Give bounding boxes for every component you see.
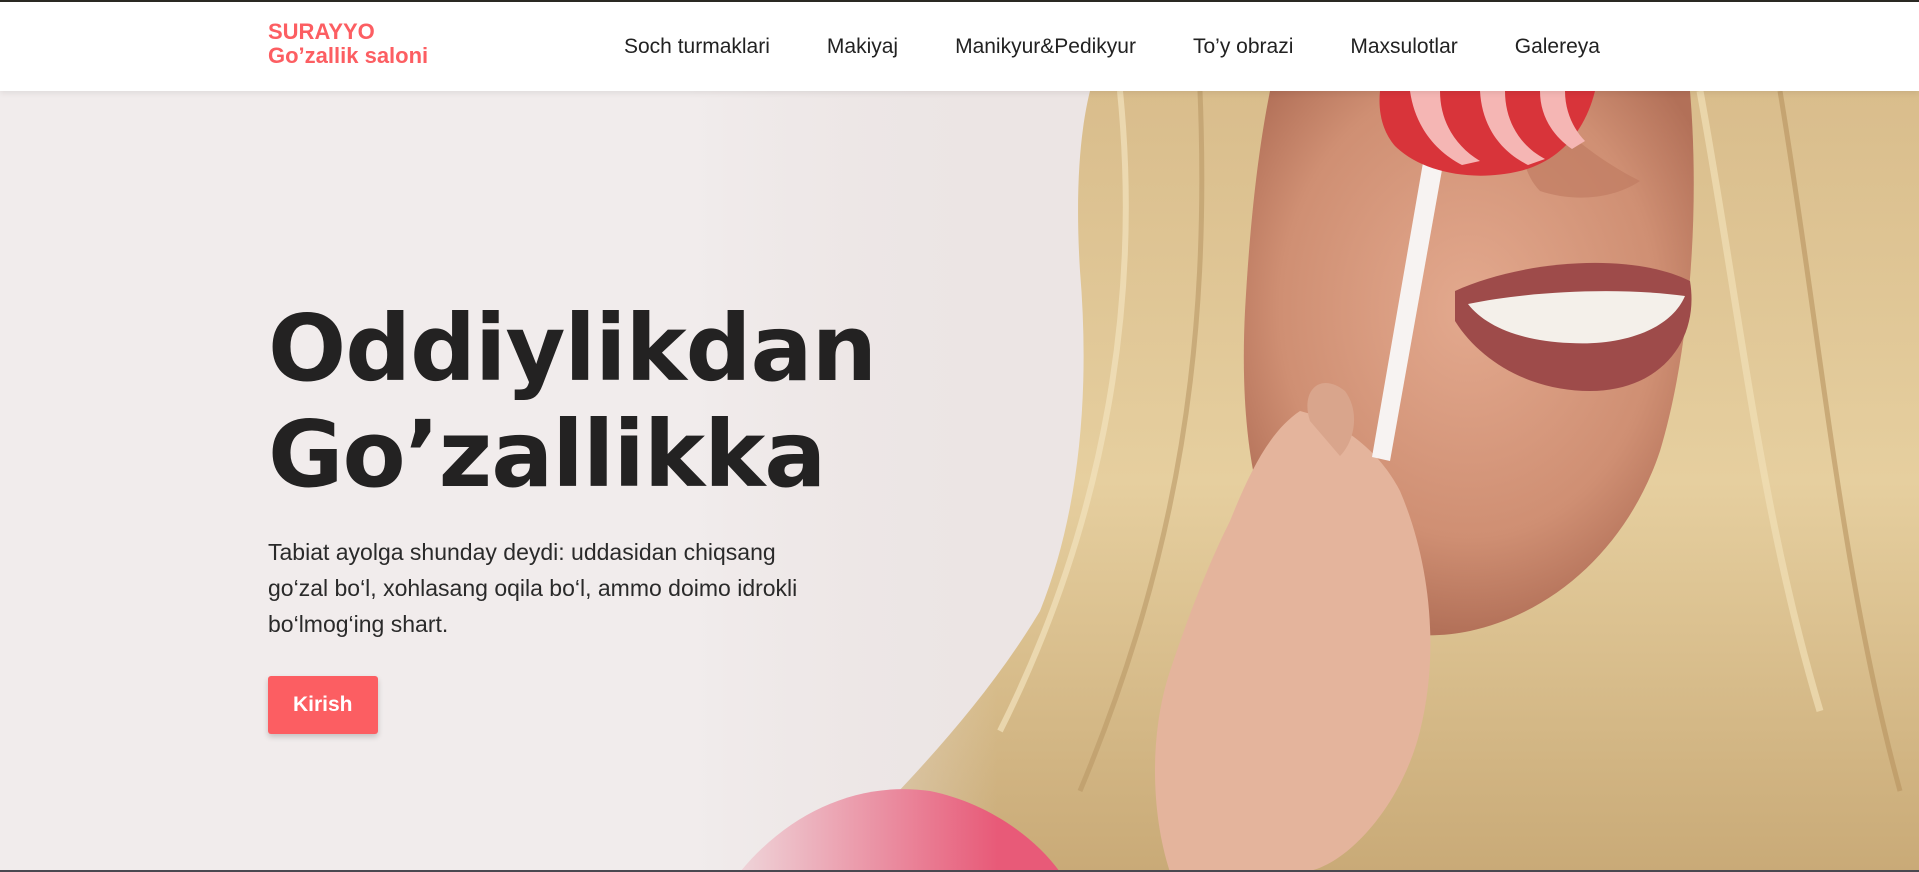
brand-logo[interactable]: SURAYYO Go’zallik saloni <box>268 20 428 68</box>
brand-name: SURAYYO <box>268 19 375 44</box>
nav-item-galereya[interactable]: Galereya <box>1515 35 1600 59</box>
hero-title-line-2: Go’zallikka <box>268 401 826 508</box>
hero-title-line-1: Oddiylikdan <box>268 295 877 402</box>
hero-section: Oddiylikdan Go’zallikka Tabiat ayolga sh… <box>0 91 1919 872</box>
hero-content: Oddiylikdan Go’zallikka Tabiat ayolga sh… <box>268 296 877 734</box>
main-nav: Soch turmaklari Makiyaj Manikyur&Pedikyu… <box>624 2 1600 91</box>
brand-subtitle: Go’zallik saloni <box>268 43 429 68</box>
kirish-button[interactable]: Kirish <box>268 676 378 734</box>
site-header: SURAYYO Go’zallik saloni Soch turmaklari… <box>0 2 1919 91</box>
hero-description: Tabiat ayolga shunday deydi: uddasidan c… <box>268 539 798 637</box>
nav-item-toy-obrazi[interactable]: To’y obrazi <box>1193 35 1293 59</box>
nav-item-soch-turmaklari[interactable]: Soch turmaklari <box>624 35 770 59</box>
nav-item-manikyur-pedikyur[interactable]: Manikyur&Pedikyur <box>955 35 1136 59</box>
nav-item-maxsulotlar[interactable]: Maxsulotlar <box>1350 35 1457 59</box>
hero-title: Oddiylikdan Go’zallikka <box>268 296 877 508</box>
nav-item-makiyaj[interactable]: Makiyaj <box>827 35 898 59</box>
